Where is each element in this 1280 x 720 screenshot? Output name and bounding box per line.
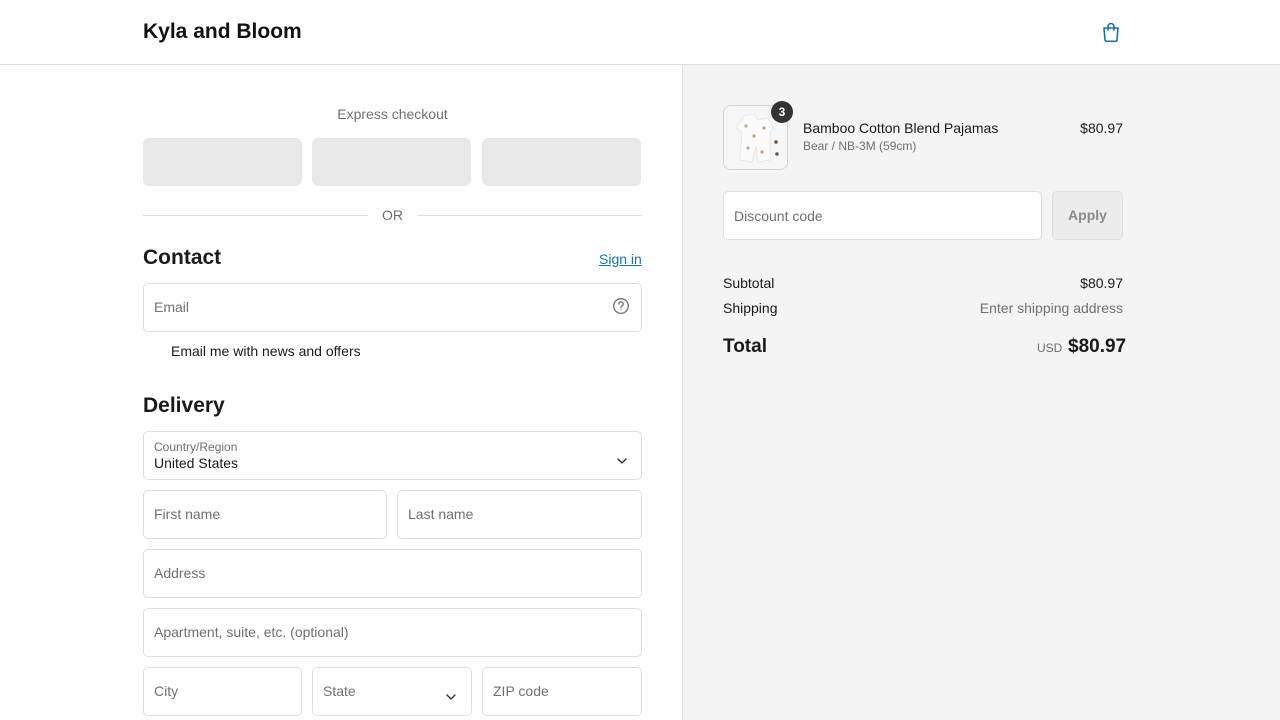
discount-code-field[interactable]: Discount code: [723, 191, 1042, 240]
product-name: Bamboo Cotton Blend Pajamas: [803, 120, 999, 136]
total-value: $80.97: [1068, 336, 1127, 357]
or-divider: OR: [143, 207, 642, 225]
country-label: Country/Region: [154, 440, 238, 454]
express-checkout-title: Express checkout: [337, 106, 448, 122]
site-header: Kyla and Bloom: [0, 0, 1280, 65]
subtotal-value: $80.97: [1080, 275, 1123, 291]
email-field[interactable]: Email: [143, 283, 642, 332]
sign-in-link[interactable]: Sign in: [599, 251, 642, 267]
city-field[interactable]: City: [143, 667, 302, 716]
total-label: Total: [723, 336, 767, 357]
state-placeholder: State: [323, 683, 356, 699]
newsletter-checkbox[interactable]: [145, 344, 161, 360]
city-placeholder: City: [154, 683, 179, 699]
divider-line-right: [417, 215, 642, 216]
delivery-heading: Delivery: [143, 394, 225, 417]
product-variant: Bear / NB-3M (59cm): [803, 139, 917, 153]
state-select[interactable]: State: [312, 667, 472, 716]
apply-discount-button[interactable]: Apply: [1052, 191, 1123, 240]
apartment-field[interactable]: Apartment, suite, etc. (optional): [143, 608, 642, 657]
total-currency: USD: [1037, 341, 1063, 355]
apartment-placeholder: Apartment, suite, etc. (optional): [154, 624, 349, 640]
last-name-placeholder: Last name: [408, 506, 474, 522]
first-name-placeholder: First name: [154, 506, 221, 522]
first-name-field[interactable]: First name: [143, 490, 387, 539]
shipping-row: Shipping Enter shipping address: [723, 300, 1123, 318]
subtotal-row: Subtotal $80.97: [723, 275, 1123, 293]
zip-field[interactable]: ZIP code: [482, 667, 642, 716]
zip-placeholder: ZIP code: [493, 683, 549, 699]
discount-placeholder: Discount code: [734, 208, 823, 224]
shipping-value: Enter shipping address: [979, 300, 1123, 316]
chevron-down-icon: [616, 452, 628, 464]
country-select[interactable]: Country/Region United States: [143, 431, 642, 480]
newsletter-label: Email me with news and offers: [171, 343, 361, 359]
chevron-down-icon: [445, 688, 457, 700]
help-circle-icon[interactable]: [612, 297, 630, 315]
quantity-badge: 3: [771, 101, 793, 123]
express-pay-button-3[interactable]: [482, 138, 641, 186]
store-logo[interactable]: Kyla and Bloom: [143, 20, 302, 44]
country-value: United States: [154, 455, 239, 471]
newsletter-checkbox-row[interactable]: Email me with news and offers: [143, 341, 642, 363]
contact-heading: Contact: [143, 246, 222, 269]
shipping-label: Shipping: [723, 300, 778, 316]
address-field[interactable]: Address: [143, 549, 642, 598]
address-placeholder: Address: [154, 565, 206, 581]
product-price: $80.97: [1080, 120, 1123, 136]
express-pay-button-1[interactable]: [143, 138, 302, 186]
express-pay-button-2[interactable]: [312, 138, 471, 186]
last-name-field[interactable]: Last name: [397, 490, 642, 539]
subtotal-label: Subtotal: [723, 275, 775, 291]
email-placeholder: Email: [154, 299, 190, 315]
shopping-bag-icon[interactable]: [1099, 20, 1123, 44]
